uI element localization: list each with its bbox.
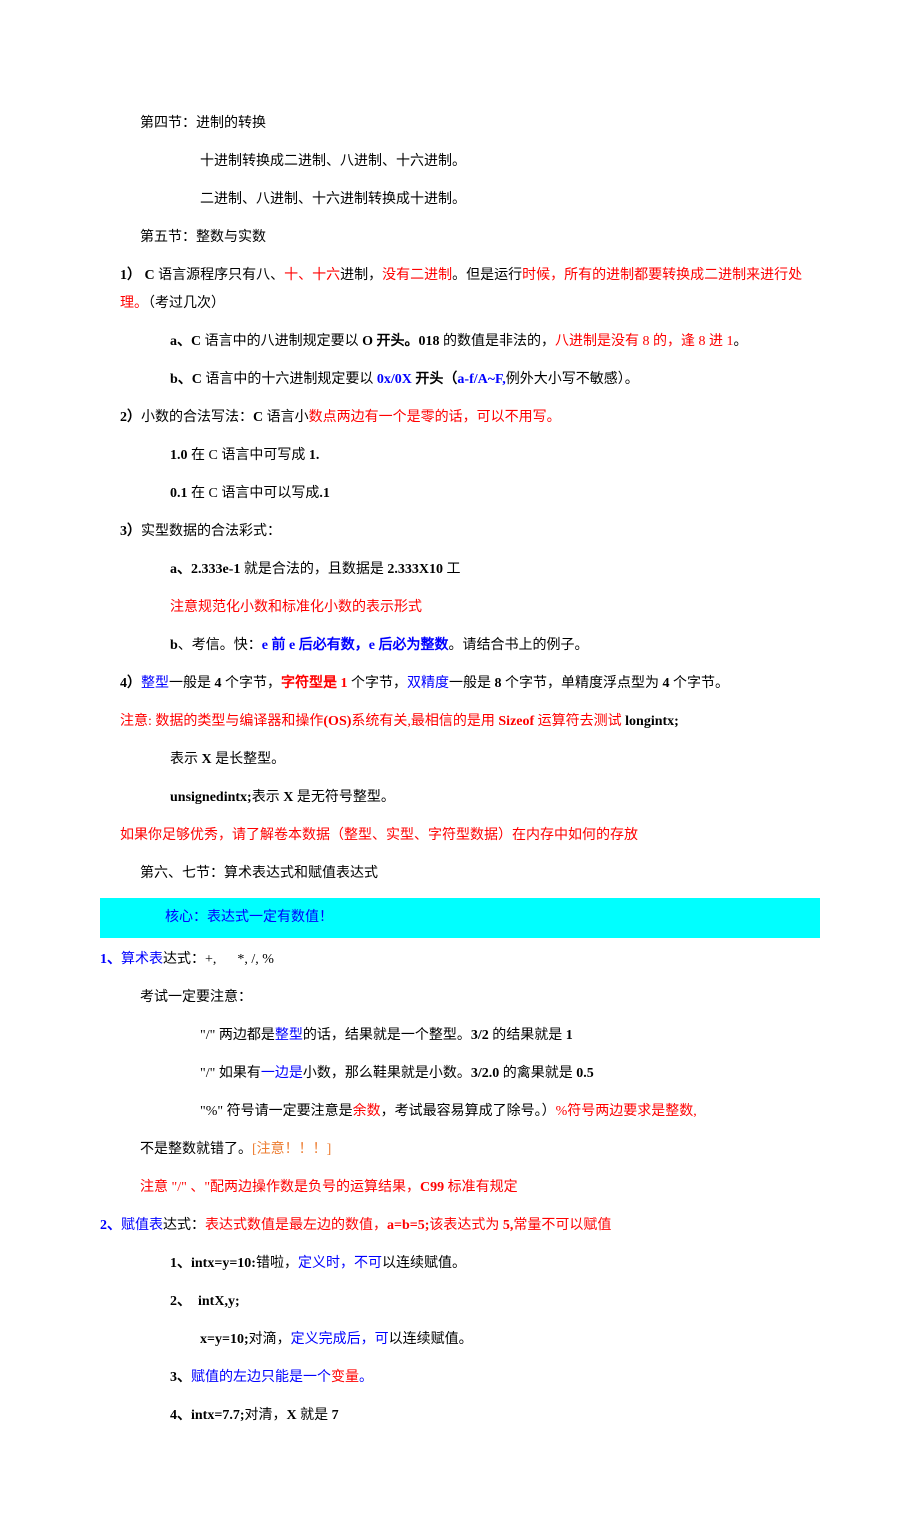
section-67-title: 第六、七节：算术表达式和赋值表达式 — [100, 860, 820, 888]
text: 十进制转换成二进制、八进制、十六进制。 — [100, 148, 820, 176]
text: 二进制、八进制、十六进制转换成十进制。 — [100, 186, 820, 214]
text: 4、intx=7.7;对清，X 就是 7 — [100, 1402, 820, 1430]
text: unsignedintx;表示 X 是无符号整型。 — [100, 784, 820, 812]
text: "%" 符号请一定要注意是余数，考试最容易算成了除号。）%符号两边要求是整数, — [100, 1098, 820, 1126]
text: 1、intx=y=10:错啦，定义时，不可以连续赋值。 — [100, 1250, 820, 1278]
text: 2、 intX,y; — [100, 1288, 820, 1316]
text: 1.0 在 C 语言中可写成 1. — [100, 442, 820, 470]
text: 如果你足够优秀，请了解卷本数据（整型、实型、字符型数据）在内存中如何的存放 — [100, 822, 820, 850]
text: 考试一定要注意： — [100, 984, 820, 1012]
text: b、C 语言中的十六进制规定要以 0x/0X 开头（a-f/A~F,例外大小写不… — [100, 366, 820, 394]
text: a、C 语言中的八进制规定要以 O 开头。018 的数值是非法的，八进制是没有 … — [100, 328, 820, 356]
text: 3）实型数据的合法彩式： — [100, 518, 820, 546]
text: 2）小数的合法写法：C 语言小数点两边有一个是零的话，可以不用写。 — [100, 404, 820, 432]
text: "/" 两边都是整型的话，结果就是一个整型。3/2 的结果就是 1 — [100, 1022, 820, 1050]
core-highlight: 核心：表达式一定有数值！ — [100, 898, 820, 938]
text: "/" 如果有一边是小数，那么鞋果就是小数。3/2.0 的禽果就是 0.5 — [100, 1060, 820, 1088]
section-4-title: 第四节：进制的转换 — [100, 110, 820, 138]
text: 不是整数就错了。[注意！！！] — [100, 1136, 820, 1164]
text: 1、算术表达式：+, *, /, % — [100, 946, 820, 974]
text: 1） C 语言源程序只有八、十、十六进制，没有二进制。但是运行时候，所有的进制都… — [100, 262, 820, 318]
section-5-title: 第五节：整数与实数 — [100, 224, 820, 252]
text: 表示 X 是长整型。 — [100, 746, 820, 774]
text: x=y=10;对滴，定义完成后，可以连续赋值。 — [100, 1326, 820, 1354]
text: 注意: 数据的类型与编译器和操作(OS)系统有关,最相信的是用 Sizeof 运… — [100, 708, 820, 736]
text: b、考信。快：e 前 e 后必有数，e 后必为整数。请结合书上的例子。 — [100, 632, 820, 660]
text: a、2.333e-1 就是合法的，且数据是 2.333X10 工 — [100, 556, 820, 584]
text: 0.1 在 C 语言中可以写成.1 — [100, 480, 820, 508]
text: 注意规范化小数和标准化小数的表示形式 — [100, 594, 820, 622]
text: 2、赋值表达式：表达式数值是最左边的数值，a=b=5;该表达式为 5,常量不可以… — [100, 1212, 820, 1240]
text: 3、赋值的左边只能是一个变量。 — [100, 1364, 820, 1392]
text: 4）整型一般是 4 个字节，字符型是 1 个字节，双精度一般是 8 个字节，单精… — [100, 670, 820, 698]
text: 注意 "/" 、"配两边操作数是负号的运算结果，C99 标准有规定 — [100, 1174, 820, 1202]
